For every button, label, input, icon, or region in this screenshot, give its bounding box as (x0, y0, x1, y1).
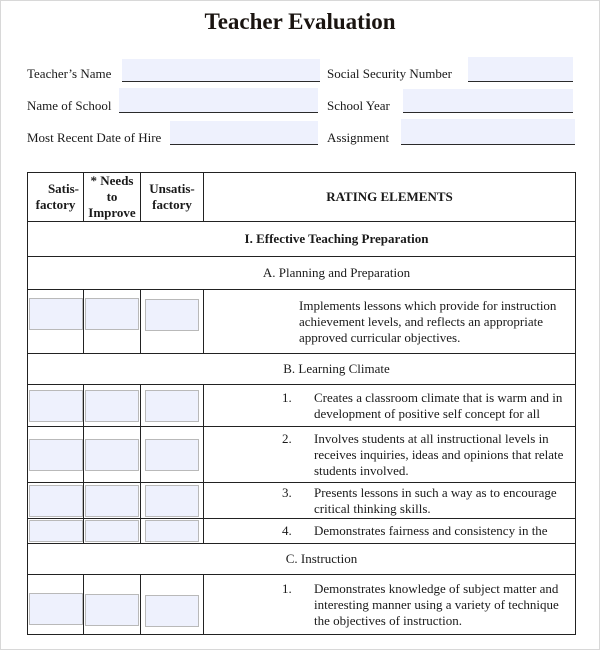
header-unsatisfactory: Unsatis-factory (140, 172, 204, 222)
ssn-input[interactable] (468, 57, 573, 81)
needs-improve-checkbox[interactable] (85, 298, 139, 330)
item-number: 1. (282, 580, 292, 596)
item-text: Involves students at all instructional l… (314, 430, 564, 478)
rating-row: Implements lessons which provide for ins… (27, 289, 576, 354)
header-satisfactory: Satis-factory (27, 172, 84, 222)
school-year-field[interactable] (403, 89, 573, 113)
item-text: Demonstrates fairness and consistency in… (314, 523, 548, 538)
header-needs-improve: * Needs to Improve (83, 172, 141, 222)
header-needs-line2: Improve (88, 205, 136, 220)
rating-row: 2. Involves students at all instructional… (27, 426, 576, 483)
item-number: 3. (282, 484, 292, 500)
rating-description: 2. Involves students at all instructional… (203, 426, 576, 483)
subsection-heading: A. Planning and Preparation (27, 256, 576, 290)
assignment-label: Assignment (327, 130, 390, 145)
unsatisfactory-checkbox[interactable] (145, 520, 199, 542)
needs-improve-checkbox[interactable] (85, 520, 139, 542)
teacher-name-input[interactable] (122, 59, 320, 81)
satisfactory-checkbox[interactable] (28, 593, 83, 625)
item-number: 2. (282, 430, 292, 446)
rating-row: 1. Demonstrates knowledge of subject matt… (27, 574, 576, 635)
rating-row: 4. Demonstrates fairness and consistency … (27, 518, 576, 544)
rating-table: Satis-factory * Needs to Improve Unsatis-… (27, 172, 576, 635)
unsatisfactory-checkbox[interactable] (145, 389, 199, 422)
page-title: Teacher Evaluation (204, 9, 396, 34)
subsection-heading: B. Learning Climate (27, 353, 576, 385)
item-text: Creates a classroom climate that is warm… (314, 389, 563, 421)
needs-improve-checkbox[interactable] (85, 594, 139, 626)
needs-improve-checkbox[interactable] (85, 389, 139, 422)
item-number: 1. (282, 389, 292, 405)
subsection-row: C. Instruction (27, 543, 576, 575)
subsection-row: B. Learning Climate (27, 353, 576, 385)
header-unsat-line2: factory (152, 197, 192, 212)
subsection-heading: C. Instruction (27, 543, 576, 575)
needs-improve-checkbox[interactable] (85, 438, 139, 471)
unsatisfactory-checkbox[interactable] (145, 595, 199, 627)
unsatisfactory-checkbox[interactable] (145, 299, 199, 331)
assignment-field[interactable] (401, 119, 575, 145)
teacher-name-field[interactable] (122, 59, 320, 82)
satisfactory-checkbox[interactable] (28, 484, 83, 517)
school-year-input[interactable] (403, 89, 573, 112)
item-text: Presents lessons in such a way as to enc… (314, 484, 557, 516)
header-unsat-line1: Unsatis- (149, 181, 195, 196)
satisfactory-checkbox[interactable] (28, 298, 83, 330)
header-needs-line1: * Needs to (90, 173, 134, 204)
ssn-label: Social Security Number (327, 66, 452, 81)
needs-improve-checkbox[interactable] (85, 484, 139, 517)
school-name-label: Name of School (27, 98, 112, 113)
satisfactory-checkbox[interactable] (28, 389, 83, 422)
hire-date-input[interactable] (170, 121, 318, 144)
rating-description: 1. Creates a classroom climate that is wa… (203, 384, 576, 427)
unsatisfactory-checkbox[interactable] (145, 438, 199, 471)
header-satisfactory-line1: Satis- (47, 181, 79, 196)
item-number: 4. (282, 523, 292, 538)
satisfactory-checkbox[interactable] (28, 438, 83, 471)
hire-date-field[interactable] (170, 121, 318, 145)
rating-description: 3. Presents lessons in such a way as to e… (203, 482, 576, 519)
school-name-input[interactable] (119, 88, 318, 112)
rating-row: 3. Presents lessons in such a way as to e… (27, 482, 576, 519)
teacher-name-label: Teacher’s Name (27, 66, 112, 81)
header-rating-elements: RATING ELEMENTS (203, 172, 576, 222)
rating-row: 1. Creates a classroom climate that is wa… (27, 384, 576, 427)
section-row: I. Effective Teaching Preparation (27, 221, 576, 257)
school-year-label: School Year (327, 98, 390, 113)
school-name-field[interactable] (119, 88, 318, 113)
rating-description: 4. Demonstrates fairness and consistency … (203, 518, 576, 544)
assignment-input[interactable] (401, 119, 575, 144)
item-text: Demonstrates knowledge of subject matter… (314, 580, 559, 628)
satisfactory-checkbox[interactable] (28, 520, 83, 542)
hire-date-label: Most Recent Date of Hire (27, 130, 162, 145)
unsatisfactory-checkbox[interactable] (145, 484, 199, 517)
section-heading: I. Effective Teaching Preparation (27, 221, 576, 257)
rating-description: Implements lessons which provide for ins… (203, 289, 576, 354)
subsection-row: A. Planning and Preparation (27, 256, 576, 290)
ssn-field[interactable] (468, 57, 573, 82)
header-satisfactory-line2: factory (35, 197, 76, 212)
header-row: Satis-factory * Needs to Improve Unsatis-… (27, 172, 576, 222)
rating-description: 1. Demonstrates knowledge of subject matt… (203, 574, 576, 635)
